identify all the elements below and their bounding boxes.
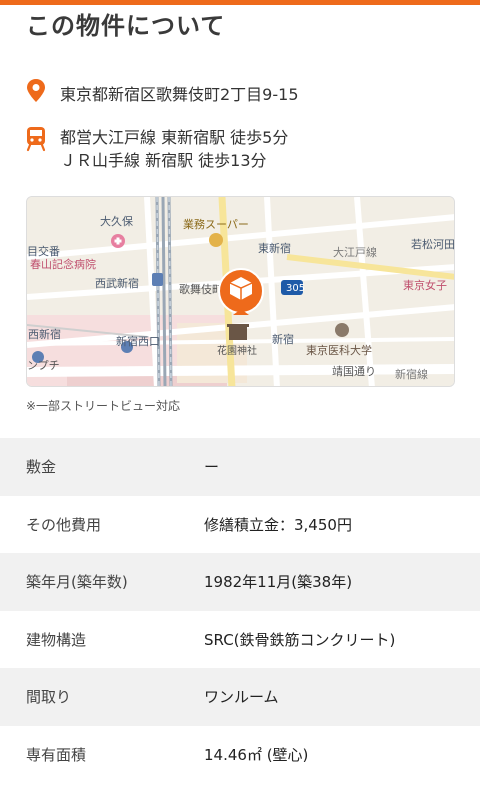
property-details-table: 敷金 ー その他費用 修繕積立金：3,450円 築年月(築年数) 1982年11… — [0, 438, 480, 783]
map-label: 目交番 — [27, 244, 60, 258]
map-label: 東新宿 — [258, 241, 291, 255]
map-label: 花園神社 — [217, 344, 257, 357]
row-value: 14.46㎡ (壁心) — [204, 745, 309, 764]
row-key: 敷金 — [26, 458, 57, 477]
train-icon — [26, 126, 46, 172]
map-label: 新宿線 — [395, 367, 428, 381]
area-map[interactable]: 大久保 業務スーパー 東新宿 大江戸線 若松河田 目交番 春山記念病院 西武新宿… — [26, 196, 455, 387]
row-key: 間取り — [26, 688, 72, 707]
table-row: 築年月(築年数) 1982年11月(築38年) — [0, 553, 480, 611]
map-label: 大久保 — [100, 214, 133, 228]
location-pin-icon — [26, 78, 46, 108]
top-accent-bar — [0, 0, 480, 5]
map-label: 若松河田 — [411, 237, 455, 251]
map-label: 西新宿 — [28, 327, 61, 341]
row-value: 1982年11月(築38年) — [204, 573, 353, 592]
section-title: この物件について — [26, 12, 226, 40]
table-row: 専有面積 14.46㎡ (壁心) — [0, 726, 480, 784]
row-key: 建物構造 — [26, 630, 87, 649]
address-text: 東京都新宿区歌舞伎町2丁目9-15 — [60, 85, 299, 104]
table-row: 敷金 ー — [0, 438, 480, 496]
row-key: 築年月(築年数) — [26, 573, 128, 592]
table-row: 建物構造 SRC(鉄骨鉄筋コンクリート) — [0, 611, 480, 669]
access-lines: 都営大江戸線 東新宿駅 徒歩5分 ＪＲ山手線 新宿駅 徒歩13分 — [60, 126, 288, 172]
row-value: ー — [204, 458, 220, 477]
map-label: 歌舞伎町 — [179, 282, 223, 296]
map-label: 東京医科大学 — [306, 343, 372, 357]
access-line: 都営大江戸線 東新宿駅 徒歩5分 — [60, 128, 289, 147]
table-row: 間取り ワンルーム — [0, 668, 480, 726]
table-row: その他費用 修繕積立金：3,450円 — [0, 496, 480, 554]
map-label: 西武新宿 — [95, 276, 139, 290]
address-row: 東京都新宿区歌舞伎町2丁目9-15 — [26, 78, 299, 108]
map-label: 大江戸線 — [333, 245, 377, 259]
map-label: ンプチ — [27, 359, 60, 372]
map-label: 新宿西口 — [116, 334, 160, 348]
access-row: 都営大江戸線 東新宿駅 徒歩5分 ＪＲ山手線 新宿駅 徒歩13分 — [26, 126, 288, 172]
row-value: SRC(鉄骨鉄筋コンクリート) — [204, 630, 396, 649]
map-label: 業務スーパー — [183, 217, 249, 231]
row-value: ワンルーム — [204, 688, 279, 707]
map-label: 305 — [286, 283, 305, 294]
row-value: 修繕積立金：3,450円 — [204, 515, 352, 534]
row-key: その他費用 — [26, 515, 102, 534]
map-label: 靖国通り — [332, 365, 376, 378]
map-label: 東京女子 — [403, 278, 447, 292]
map-label: 春山記念病院 — [30, 257, 96, 271]
access-line: ＪＲ山手線 新宿駅 徒歩13分 — [60, 151, 267, 170]
map-label: 新宿 — [272, 332, 294, 346]
row-key: 専有面積 — [26, 745, 87, 764]
streetview-note: ※一部ストリートビュー対応 — [26, 399, 181, 413]
